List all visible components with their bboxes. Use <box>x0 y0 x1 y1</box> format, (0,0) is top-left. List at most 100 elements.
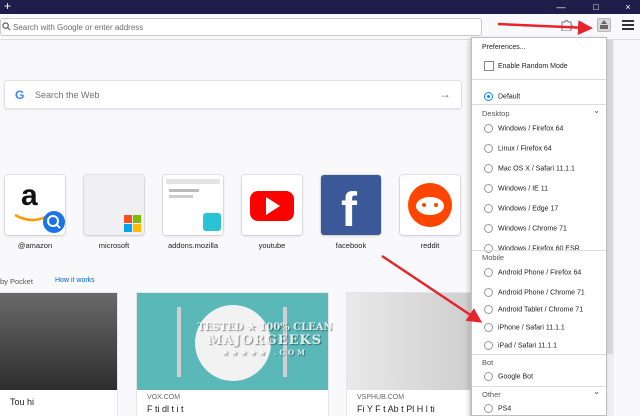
option-label: Google Bot <box>498 373 534 381</box>
option-other-0[interactable]: PS4 <box>484 404 511 413</box>
radio[interactable] <box>484 124 493 133</box>
divider <box>472 104 606 105</box>
search-placeholder: Search the Web <box>35 90 100 100</box>
group-desktop: Desktop <box>482 109 510 118</box>
option-bot-0[interactable]: Google Bot <box>484 372 533 381</box>
radio[interactable] <box>484 144 493 153</box>
option-label: iPad / Safari 11.1.1 <box>498 342 558 350</box>
option-mobile-4[interactable]: iPad / Safari 11.1.1 <box>484 341 557 350</box>
card-title: Tou hi <box>10 397 35 407</box>
radio[interactable] <box>484 184 493 193</box>
top-site-label: reddit <box>420 241 440 250</box>
option-label: Default <box>498 93 521 101</box>
option-desktop-4[interactable]: Windows / Edge 17 <box>484 204 558 213</box>
card-title: F ti dl t i t <box>147 404 184 414</box>
option-label: Windows / Firefox 64 <box>498 125 564 133</box>
majorgeeks-watermark: TESTED ★ 100% CLEAN MAJORGEEKS ★★★★★ .CO… <box>195 322 335 357</box>
top-site-youtube[interactable]: youtube <box>242 175 302 250</box>
url-bar[interactable]: Search with Google or enter address <box>0 18 482 36</box>
hamburger-menu-icon[interactable] <box>622 20 634 30</box>
radio[interactable] <box>484 288 493 297</box>
option-label: Windows / Firefox 60 ESR <box>498 245 580 253</box>
top-site-facebook[interactable]: f facebook <box>321 175 381 250</box>
useragent-switcher-button[interactable] <box>597 18 611 32</box>
preferences-link[interactable]: Preferences... <box>482 44 526 51</box>
google-icon: G <box>15 88 25 102</box>
radio[interactable] <box>484 305 493 314</box>
watermark-line: TESTED ★ 100% CLEAN <box>197 322 333 333</box>
radio[interactable] <box>484 224 493 233</box>
option-desktop-0[interactable]: Windows / Firefox 64 <box>484 124 563 133</box>
option-desktop-6[interactable]: Windows / Firefox 60 ESR <box>484 244 580 253</box>
card-image-person <box>347 293 470 390</box>
facebook-logo-icon: f <box>321 175 381 235</box>
top-site-reddit[interactable]: reddit <box>400 175 460 250</box>
minimize-button[interactable]: — <box>550 0 572 14</box>
close-button[interactable]: × <box>617 0 639 14</box>
chevron-down-icon[interactable]: ⌄ <box>593 387 600 396</box>
divider <box>472 354 606 355</box>
radio[interactable] <box>484 341 493 350</box>
top-site-label: @amazon <box>17 241 53 250</box>
top-site-microsoft[interactable]: microsoft <box>84 175 144 250</box>
amazon-logo-icon: a <box>5 175 65 235</box>
watermark-line: ★★★★★ .COM <box>222 348 308 357</box>
divider <box>472 250 606 251</box>
option-default[interactable]: Default <box>484 92 520 101</box>
web-search-box[interactable]: G Search the Web → <box>4 80 462 109</box>
top-site-label: youtube <box>258 241 286 250</box>
option-desktop-3[interactable]: Windows / IE 11 <box>484 184 548 193</box>
option-label: Linux / Firefox 64 <box>498 145 552 153</box>
microsoft-logo-icon <box>124 215 142 233</box>
radio[interactable] <box>484 164 493 173</box>
option-label: iPhone / Safari 11.1.1 <box>498 324 565 332</box>
group-other: Other <box>482 390 501 399</box>
puzzle-icon[interactable] <box>560 19 582 32</box>
search-badge-icon <box>43 211 65 233</box>
option-desktop-2[interactable]: Mac OS X / Safari 11.1.1 <box>484 164 575 173</box>
watermark-line: MAJORGEEKS <box>207 333 323 348</box>
pocket-card[interactable]: VSPHUB.COM Fi Y F t Ab t Pl H l ti <box>347 293 470 416</box>
option-label: Android Phone / Firefox 64 <box>498 269 582 277</box>
option-label: Android Tablet / Chrome 71 <box>498 306 584 314</box>
radio[interactable] <box>484 204 493 213</box>
random-mode-row[interactable]: Enable Random Mode <box>484 61 568 71</box>
option-mobile-1[interactable]: Android Phone / Chrome 71 <box>484 288 585 297</box>
top-site-amazon[interactable]: a @amazon <box>5 175 65 250</box>
addons-thumbnail <box>163 175 223 235</box>
random-mode-checkbox[interactable] <box>484 61 494 71</box>
option-label: Windows / IE 11 <box>498 185 549 193</box>
option-label: Android Phone / Chrome 71 <box>498 289 585 297</box>
puzzle-icon <box>203 213 221 231</box>
reddit-logo-icon <box>400 175 460 235</box>
radio[interactable] <box>484 268 493 277</box>
option-desktop-1[interactable]: Linux / Firefox 64 <box>484 144 552 153</box>
radio[interactable] <box>484 404 493 413</box>
option-desktop-5[interactable]: Windows / Chrome 71 <box>484 224 567 233</box>
pocket-card[interactable]: Tou hi <box>0 293 117 416</box>
radio[interactable] <box>484 323 493 332</box>
group-mobile: Mobile <box>482 253 505 262</box>
new-tab-button[interactable]: + <box>4 0 11 13</box>
option-mobile-2[interactable]: Android Tablet / Chrome 71 <box>484 305 583 314</box>
radio[interactable] <box>484 372 493 381</box>
option-mobile-3[interactable]: iPhone / Safari 11.1.1 <box>484 323 565 332</box>
card-source: VSPHUB.COM <box>357 394 405 401</box>
divider <box>472 386 606 387</box>
option-label: PS4 <box>498 405 512 413</box>
maximize-button[interactable]: □ <box>585 0 607 14</box>
option-label: Windows / Chrome 71 <box>498 225 567 233</box>
radio-selected[interactable] <box>484 92 493 101</box>
top-site-label: facebook <box>335 241 367 250</box>
url-placeholder: Search with Google or enter address <box>13 23 144 32</box>
how-it-works-link[interactable]: How it works <box>55 277 95 284</box>
card-image-classroom <box>0 293 117 390</box>
arrow-right-icon[interactable]: → <box>439 87 451 101</box>
microsoft-thumbnail <box>84 175 144 235</box>
card-source: VOX.COM <box>147 394 181 401</box>
radio[interactable] <box>484 244 493 253</box>
top-site-addons[interactable]: addons.mozilla <box>163 175 223 250</box>
chevron-down-icon[interactable]: ⌄ <box>593 106 600 115</box>
option-label: Mac OS X / Safari 11.1.1 <box>498 165 575 173</box>
option-mobile-0[interactable]: Android Phone / Firefox 64 <box>484 268 581 277</box>
